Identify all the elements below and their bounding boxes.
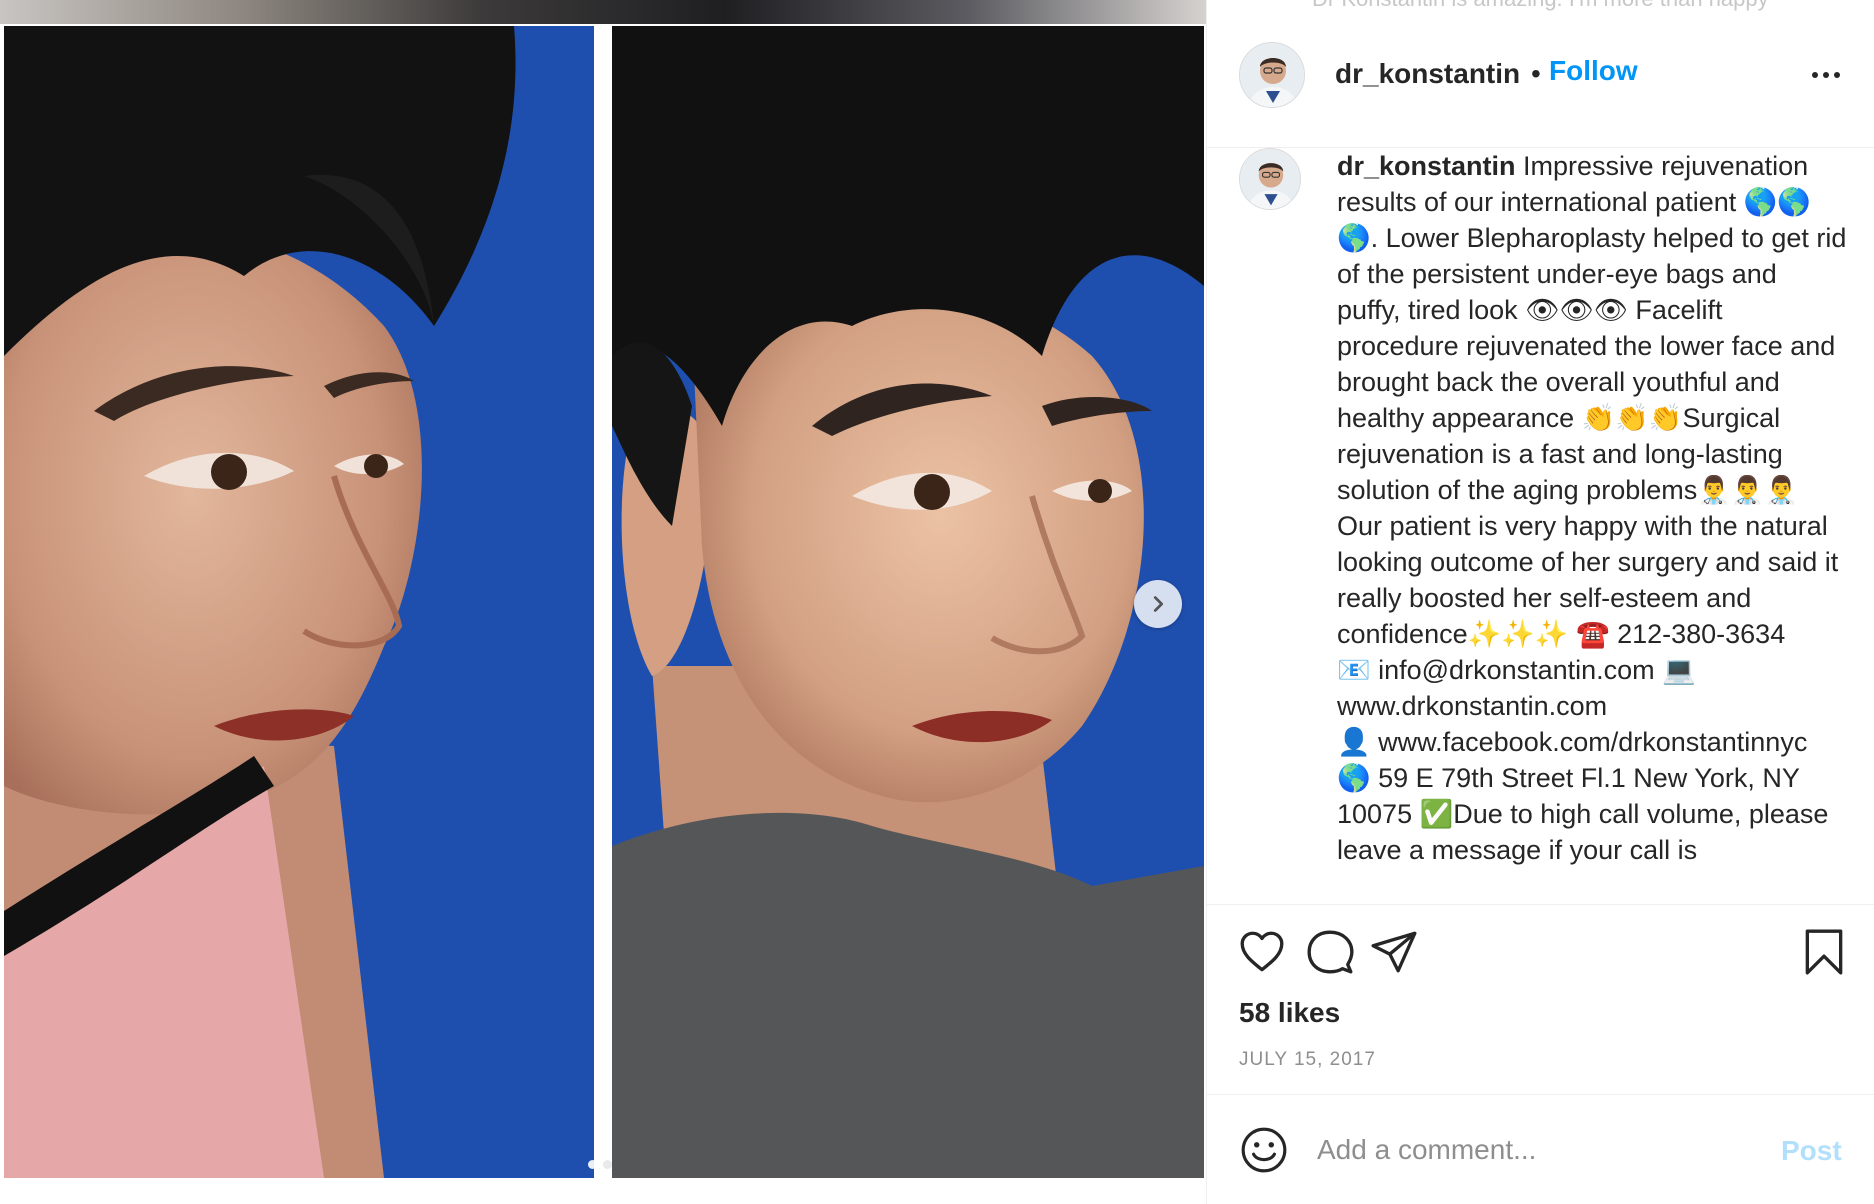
comment-bar: Post bbox=[1207, 1094, 1874, 1204]
avatar[interactable] bbox=[1239, 42, 1305, 108]
next-slide-button[interactable] bbox=[1134, 580, 1182, 628]
caption-username[interactable]: dr_konstantin bbox=[1337, 151, 1516, 181]
bookmark-icon bbox=[1805, 929, 1843, 975]
caption-avatar[interactable] bbox=[1239, 148, 1301, 210]
background-image-strip bbox=[0, 0, 1206, 24]
avatar-image bbox=[1240, 43, 1304, 107]
more-options-button[interactable] bbox=[1805, 60, 1847, 90]
share-icon bbox=[1371, 931, 1417, 973]
follow-button[interactable]: Follow bbox=[1549, 55, 1638, 87]
post-media bbox=[0, 0, 1206, 1204]
heart-icon bbox=[1240, 931, 1284, 972]
carousel-dots bbox=[588, 1160, 612, 1169]
caption-area[interactable]: dr_konstantin Impressive rejuvenation re… bbox=[1207, 148, 1874, 904]
save-button[interactable] bbox=[1799, 927, 1849, 977]
carousel-dot[interactable] bbox=[603, 1160, 612, 1169]
before-photo bbox=[4, 26, 594, 1178]
share-button[interactable] bbox=[1369, 927, 1419, 977]
avatar-image bbox=[1240, 149, 1300, 209]
post-date[interactable]: JULY 15, 2017 bbox=[1239, 1049, 1376, 1071]
like-button[interactable] bbox=[1237, 927, 1287, 977]
after-photo bbox=[612, 26, 1204, 1178]
post-header: dr_konstantin • Follow bbox=[1207, 0, 1874, 148]
emoji-icon bbox=[1241, 1127, 1287, 1173]
post-side-panel: Dr Konstantin is amazing. I'm more than … bbox=[1206, 0, 1874, 1204]
chevron-right-icon bbox=[1153, 596, 1164, 612]
post-caption: dr_konstantin Impressive rejuvenation re… bbox=[1337, 148, 1847, 868]
comment-button[interactable] bbox=[1305, 927, 1355, 977]
comment-icon bbox=[1307, 930, 1354, 974]
more-options-icon bbox=[1812, 72, 1818, 78]
post-comment-button[interactable]: Post bbox=[1781, 1135, 1842, 1167]
carousel-dot-active[interactable] bbox=[588, 1160, 597, 1169]
emoji-button[interactable] bbox=[1239, 1125, 1289, 1175]
comment-input[interactable] bbox=[1317, 1125, 1757, 1175]
header-separator: • bbox=[1531, 58, 1541, 89]
post-actions: 58 likes JULY 15, 2017 bbox=[1207, 904, 1874, 1094]
instagram-post-page: Dr Konstantin is amazing. I'm more than … bbox=[0, 0, 1874, 1204]
likes-count[interactable]: 58 likes bbox=[1239, 997, 1340, 1029]
caption-text: Impressive rejuvenation results of our i… bbox=[1337, 151, 1847, 865]
username-link[interactable]: dr_konstantin bbox=[1335, 58, 1520, 90]
